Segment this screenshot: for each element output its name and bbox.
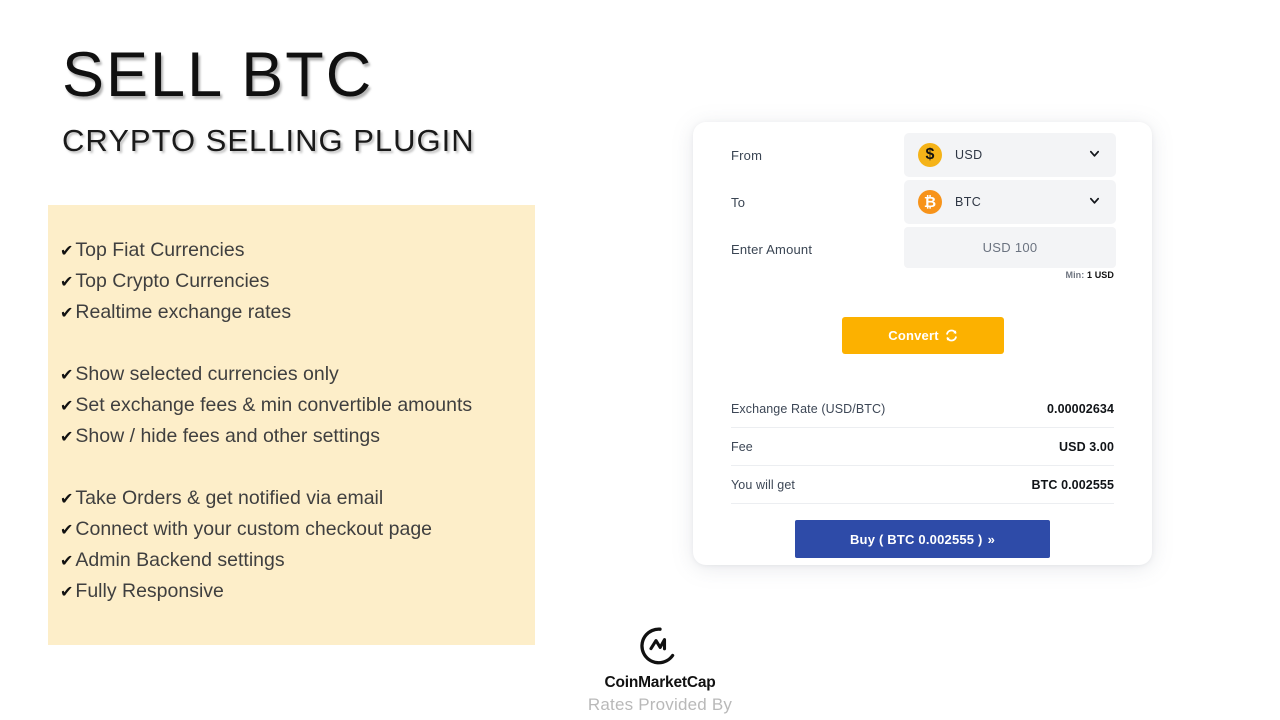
coinmarketcap-logo-icon xyxy=(567,626,753,671)
feature-item-label: Set exchange fees & min convertible amou… xyxy=(75,394,473,416)
chevron-down-icon xyxy=(1089,195,1100,206)
feature-item-label: Realtime exchange rates xyxy=(75,301,292,323)
feature-item-label: Top Crypto Currencies xyxy=(75,270,270,292)
from-currency-select[interactable]: $ USD xyxy=(904,133,1116,177)
usd-coin-icon: $ xyxy=(918,143,942,167)
check-icon: ✔ xyxy=(60,367,74,384)
feature-item: ✔ Top Fiat Currencies xyxy=(60,239,530,270)
page-subtitle: CRYPTO SELLING PLUGIN xyxy=(62,123,475,158)
refresh-icon xyxy=(945,329,958,342)
feature-item-label: Connect with your custom checkout page xyxy=(75,518,433,540)
feature-item: ✔ Fully Responsive xyxy=(60,580,530,611)
amount-label: Enter Amount xyxy=(731,242,813,257)
chevron-down-icon xyxy=(1089,148,1100,159)
page-title: SELL BTC xyxy=(62,40,374,110)
check-icon: ✔ xyxy=(60,398,74,415)
amount-placeholder: USD 100 xyxy=(982,240,1038,255)
result-value: USD 3.00 xyxy=(1059,439,1114,454)
coinmarketcap-name: CoinMarketCap xyxy=(604,674,716,691)
feature-item: ✔ Realtime exchange rates xyxy=(60,301,530,332)
from-currency-row: From $ USD xyxy=(693,133,1152,177)
feature-item-label: Fully Responsive xyxy=(75,580,224,602)
table-row: Fee USD 3.00 xyxy=(731,428,1114,466)
table-row: Exchange Rate (USD/BTC) 0.00002634 xyxy=(731,390,1114,428)
feature-item-label: Show / hide fees and other settings xyxy=(75,425,381,447)
from-label: From xyxy=(731,148,763,163)
btc-coin-icon: ₿ xyxy=(918,190,942,214)
buy-button[interactable]: Buy ( BTC 0.002555 ) » xyxy=(795,520,1050,558)
to-label: To xyxy=(731,195,746,210)
min-prefix: Min: xyxy=(1065,270,1085,280)
amount-row: Enter Amount USD 100 xyxy=(693,227,1152,271)
coinmarketcap-attribution: CoinMarketCap Rates Provided By xyxy=(567,626,753,715)
from-currency-code: USD xyxy=(955,148,983,162)
to-currency-select[interactable]: ₿ BTC xyxy=(904,180,1116,224)
conversion-results-table: Exchange Rate (USD/BTC) 0.00002634 Fee USD … xyxy=(731,390,1114,504)
check-icon: ✔ xyxy=(60,429,74,446)
result-value: 0.00002634 xyxy=(1046,401,1114,416)
check-icon: ✔ xyxy=(60,305,74,322)
feature-item: ✔ Take Orders & get notified via email xyxy=(60,487,530,518)
feature-item: ✔ Show selected currencies only xyxy=(60,363,530,394)
convert-button-label: Convert xyxy=(888,328,939,343)
feature-item-label: Admin Backend settings xyxy=(75,549,285,571)
check-icon: ✔ xyxy=(60,522,74,539)
feature-item: ✔ Connect with your custom checkout page xyxy=(60,518,530,549)
check-icon: ✔ xyxy=(60,553,74,570)
to-currency-code: BTC xyxy=(955,195,982,209)
feature-list-spacer xyxy=(60,456,530,487)
minimum-amount-note: Min: 1 USD xyxy=(1065,270,1114,280)
feature-item-label: Show selected currencies only xyxy=(75,363,339,385)
feature-item: ✔ Top Crypto Currencies xyxy=(60,270,530,301)
to-currency-row: To ₿ BTC xyxy=(693,180,1152,224)
amount-input[interactable]: USD 100 xyxy=(904,227,1116,268)
feature-item-label: Take Orders & get notified via email xyxy=(75,487,384,509)
feature-item: ✔ Admin Backend settings xyxy=(60,549,530,580)
result-label: Exchange Rate (USD/BTC) xyxy=(731,401,886,416)
check-icon: ✔ xyxy=(60,491,74,508)
buy-button-label: Buy ( BTC 0.002555 ) xyxy=(849,531,983,547)
result-value: BTC 0.002555 xyxy=(1031,477,1114,492)
result-label: You will get xyxy=(731,477,795,492)
convert-button[interactable]: Convert xyxy=(842,317,1004,354)
currency-converter-card: From $ USD To ₿ BTC Enter Amount USD 100… xyxy=(693,122,1152,565)
table-row: You will get BTC 0.002555 xyxy=(731,466,1114,504)
feature-list-spacer xyxy=(60,332,530,363)
result-label: Fee xyxy=(731,439,753,454)
double-chevron-right-icon: » xyxy=(987,531,996,547)
feature-list: ✔ Top Fiat Currencies ✔ Top Crypto Currenci… xyxy=(60,239,530,611)
promo-left-column: SELL BTC CRYPTO SELLING PLUGIN ✔ Top Fiat… xyxy=(0,0,600,720)
check-icon: ✔ xyxy=(60,584,74,601)
min-value: 1 USD xyxy=(1086,270,1114,280)
rates-provided-by-text: Rates Provided By xyxy=(587,695,733,714)
feature-item: ✔ Set exchange fees & min convertible amo… xyxy=(60,394,530,425)
check-icon: ✔ xyxy=(60,274,74,291)
check-icon: ✔ xyxy=(60,243,74,260)
feature-item-label: Top Fiat Currencies xyxy=(75,239,245,261)
feature-item: ✔ Show / hide fees and other settings xyxy=(60,425,530,456)
